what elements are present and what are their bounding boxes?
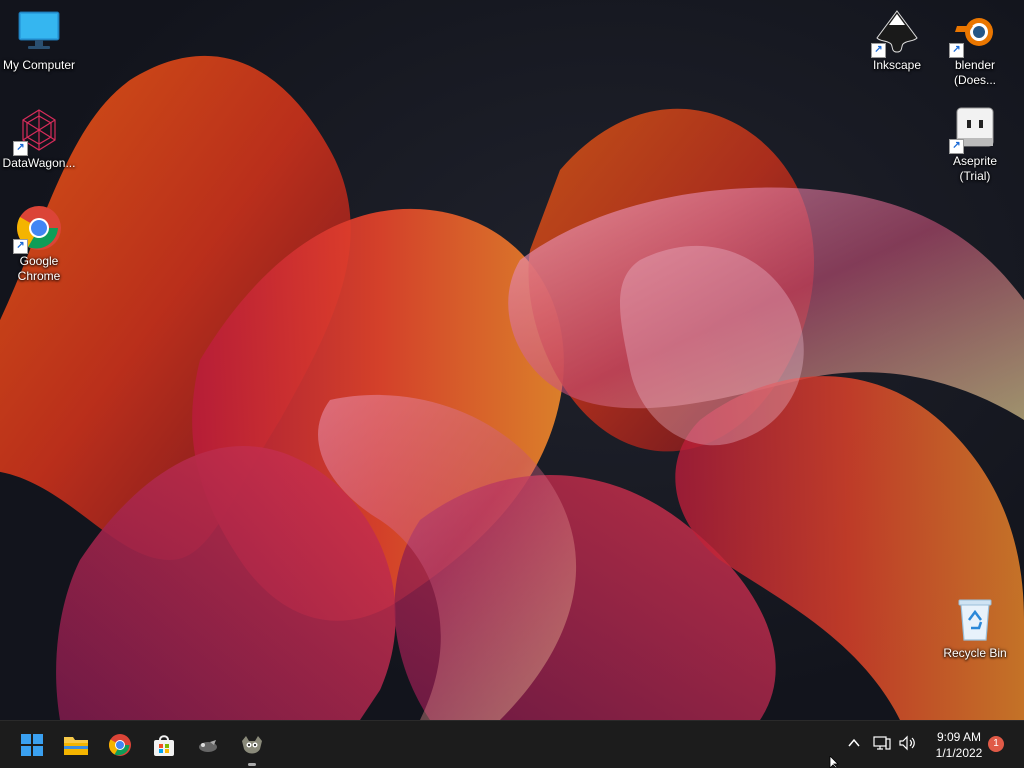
chrome-icon: ↗ [13, 204, 63, 254]
desktop-icon-datawagon[interactable]: ↗ DataWagon... [0, 106, 78, 171]
desktop-icon-google-chrome[interactable]: ↗ Google Chrome [0, 204, 78, 284]
clock[interactable]: 9:09 AM 1/1/2022 [925, 729, 993, 761]
clock-time: 9:09 AM [936, 730, 982, 744]
network-button[interactable] [873, 735, 891, 754]
desktop-icon-label: Inkscape [872, 58, 922, 72]
network-icon [873, 736, 891, 750]
clock-date: 1/1/2022 [935, 746, 983, 760]
shortcut-arrow-icon: ↗ [949, 139, 964, 154]
desktop-icon-label: DataWagon... [2, 156, 76, 170]
desktop-icon-label: blender (Does... [953, 58, 996, 87]
start-button[interactable] [14, 727, 50, 763]
desktop-wallpaper [0, 0, 1024, 720]
file-explorer-icon [64, 737, 88, 755]
chrome-icon [109, 734, 131, 756]
inkscape-icon [199, 740, 217, 752]
desktop-icon-blender[interactable]: ↗ blender (Does... [936, 8, 1014, 88]
blender-icon: ↗ [949, 8, 999, 58]
taskbar-file-explorer[interactable] [58, 727, 94, 763]
shortcut-arrow-icon: ↗ [13, 239, 28, 254]
desktop-icon-my-computer[interactable]: My Computer [0, 8, 78, 73]
inkscape-icon: ↗ [871, 8, 921, 58]
chevron-up-icon [848, 738, 860, 747]
desktop-icon-label: Recycle Bin [943, 646, 1007, 660]
taskbar-microsoft-store[interactable] [146, 727, 182, 763]
taskbar-running-indicator [248, 763, 256, 766]
microsoft-store-icon [154, 735, 174, 756]
gimp-icon [242, 736, 262, 754]
show-hidden-icons-button[interactable] [846, 735, 862, 754]
recycle-bin-icon [951, 596, 999, 644]
taskbar-gimp[interactable] [234, 727, 270, 763]
mouse-cursor-icon [829, 756, 839, 768]
shortcut-arrow-icon: ↗ [871, 43, 886, 58]
shortcut-arrow-icon: ↗ [949, 43, 964, 58]
desktop-icon-label: Aseprite (Trial) [952, 154, 998, 183]
desktop-icon-label: My Computer [2, 58, 76, 72]
monitor-icon [15, 8, 63, 56]
volume-button[interactable] [898, 735, 916, 754]
volume-icon [899, 735, 915, 751]
start-icon [21, 734, 43, 756]
desktop-icon-aseprite[interactable]: ↗ Aseprite (Trial) [936, 104, 1014, 184]
datawagon-icon: ↗ [13, 106, 63, 156]
notification-badge[interactable]: 1 [988, 736, 1004, 752]
taskbar-chrome[interactable] [102, 727, 138, 763]
desktop-icon-recycle-bin[interactable]: Recycle Bin [936, 596, 1014, 661]
desktop-icon-label: Google Chrome [17, 254, 61, 283]
taskbar-inkscape[interactable] [190, 727, 226, 763]
taskbar: 9:09 AM 1/1/2022 [0, 720, 1024, 768]
shortcut-arrow-icon: ↗ [13, 141, 28, 156]
desktop-icon-inkscape[interactable]: ↗ Inkscape [858, 8, 936, 73]
aseprite-icon: ↗ [949, 104, 999, 154]
